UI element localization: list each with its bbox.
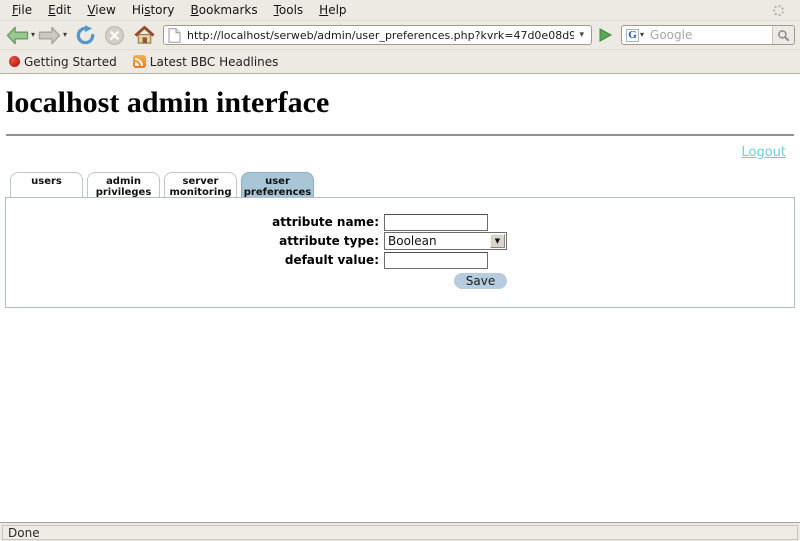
reload-button[interactable] <box>75 25 96 46</box>
back-button[interactable]: ▾ <box>5 25 35 46</box>
go-icon <box>597 27 613 43</box>
browser-window: File Edit View History Bookmarks Tools H… <box>0 0 800 541</box>
page-icon <box>168 28 181 43</box>
menu-bar: File Edit View History Bookmarks Tools H… <box>0 0 800 21</box>
attribute-form: attribute name: attribute type: Boolean … <box>6 212 794 288</box>
bookmark-getting-started[interactable]: Getting Started <box>9 55 117 69</box>
logout-link[interactable]: Logout <box>741 145 786 160</box>
status-text: Done <box>2 525 798 540</box>
tab-bar: users admin privileges server monitoring… <box>10 172 314 197</box>
page-content: localhost admin interface Logout users a… <box>0 74 800 522</box>
attribute-name-input[interactable] <box>384 214 488 231</box>
bookmark-label: Latest BBC Headlines <box>150 55 279 69</box>
navigation-toolbar: ▾ ▾ ▾ G ▾ <box>0 21 800 50</box>
menu-history[interactable]: History <box>124 1 183 19</box>
google-icon: G <box>626 29 639 42</box>
url-input[interactable] <box>185 28 576 43</box>
status-bar: Done <box>0 522 800 541</box>
url-dropdown-icon[interactable]: ▾ <box>576 30 587 40</box>
menu-view[interactable]: View <box>79 1 123 19</box>
horizontal-rule <box>6 134 794 136</box>
menu-file[interactable]: File <box>4 1 40 19</box>
search-engine-dropdown-icon[interactable]: ▾ <box>640 31 644 39</box>
search-bar[interactable]: G ▾ <box>621 25 795 45</box>
page-title: localhost admin interface <box>6 86 329 120</box>
go-button[interactable] <box>597 27 613 43</box>
attribute-type-label: attribute type: <box>6 234 384 248</box>
bookmark-bbc-headlines[interactable]: Latest BBC Headlines <box>133 55 279 69</box>
stop-button[interactable] <box>104 25 125 46</box>
attribute-name-label: attribute name: <box>6 215 384 229</box>
rss-icon <box>133 55 146 68</box>
stop-icon <box>104 25 125 46</box>
menu-tools[interactable]: Tools <box>266 1 312 19</box>
forward-button[interactable]: ▾ <box>37 25 67 46</box>
back-arrow-icon <box>5 25 30 46</box>
select-dropdown-icon[interactable]: ▼ <box>490 234 505 248</box>
tab-server-monitoring[interactable]: server monitoring <box>164 172 237 197</box>
bookmarks-toolbar: Getting Started Latest BBC Headlines <box>0 50 800 74</box>
getting-started-icon <box>9 56 20 67</box>
url-bar[interactable]: ▾ <box>163 25 592 45</box>
home-button[interactable] <box>133 25 156 46</box>
selected-option: Boolean <box>385 233 490 249</box>
menu-help[interactable]: Help <box>311 1 354 19</box>
tab-user-preferences[interactable]: user preferences <box>241 172 314 197</box>
throbber-icon <box>773 5 784 16</box>
menu-edit[interactable]: Edit <box>40 1 79 19</box>
menu-bookmarks[interactable]: Bookmarks <box>183 1 266 19</box>
tab-admin-privileges[interactable]: admin privileges <box>87 172 160 197</box>
home-icon <box>133 25 156 46</box>
back-dropdown-icon[interactable]: ▾ <box>31 31 35 39</box>
tab-users[interactable]: users <box>10 172 83 197</box>
forward-arrow-icon <box>37 25 62 46</box>
save-button[interactable]: Save <box>454 273 507 289</box>
default-value-input[interactable] <box>384 252 488 269</box>
forward-dropdown-icon[interactable]: ▾ <box>63 31 67 39</box>
reload-icon <box>75 25 96 46</box>
search-input[interactable] <box>648 27 772 43</box>
magnifier-icon <box>777 29 790 42</box>
preferences-panel: attribute name: attribute type: Boolean … <box>5 197 795 308</box>
bookmark-label: Getting Started <box>24 55 117 69</box>
attribute-type-select[interactable]: Boolean ▼ <box>384 232 507 250</box>
search-submit[interactable] <box>772 26 794 44</box>
default-value-label: default value: <box>6 253 384 267</box>
